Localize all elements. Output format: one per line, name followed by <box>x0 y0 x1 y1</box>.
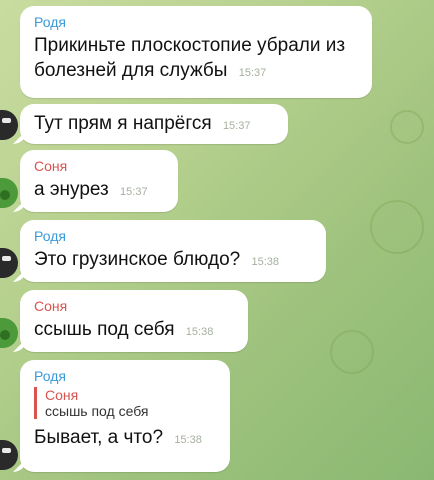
message-text-content: Это грузинское блюдо? <box>34 249 241 270</box>
avatar[interactable] <box>0 318 18 348</box>
message-bubble[interactable]: Родя Это грузинское блюдо? 15:38 <box>20 220 326 282</box>
message-time: 15:38 <box>251 256 280 268</box>
message-time: 15:37 <box>238 67 267 79</box>
message-time: 15:38 <box>174 434 202 446</box>
message-text-content: Бывает, а что? <box>34 427 164 448</box>
sender-name: Соня <box>34 298 68 314</box>
message-bubble[interactable]: Соня а энурез 15:37 <box>20 150 178 212</box>
sender-name: Родя <box>34 14 66 30</box>
message-text: Бывает, а что? 15:38 <box>34 425 218 453</box>
avatar[interactable] <box>0 248 18 278</box>
message-text: Тут прям я напрёгся 15:37 <box>34 111 276 139</box>
avatar[interactable] <box>0 110 18 140</box>
reply-quote[interactable]: Соня ссышь под себя <box>34 387 218 419</box>
sender-name: Соня <box>34 158 68 174</box>
message-bubble[interactable]: Тут прям я напрёгся 15:37 <box>20 104 288 144</box>
message-time: 15:38 <box>185 326 214 338</box>
message-text-content: а энурез <box>34 179 109 200</box>
message-text-content: ссышь под себя <box>34 319 175 340</box>
message-time: 15:37 <box>222 120 251 132</box>
message-bubble[interactable]: Родя Соня ссышь под себя Бывает, а что? … <box>20 360 230 472</box>
background-doodle <box>390 110 424 144</box>
message-text-content: Прикиньте плоскостопие убрали из болезне… <box>34 35 346 81</box>
avatar[interactable] <box>0 440 18 470</box>
background-doodle <box>370 200 424 254</box>
reply-text: ссышь под себя <box>45 403 149 419</box>
message-time: 15:37 <box>120 186 148 198</box>
message-text: Прикиньте плоскостопие убрали из болезне… <box>34 33 360 86</box>
reply-sender: Соня <box>45 387 79 403</box>
message-bubble[interactable]: Соня ссышь под себя 15:38 <box>20 290 248 352</box>
message-text: ссышь под себя 15:38 <box>34 317 236 345</box>
message-text-content: Тут прям я напрёгся <box>34 113 212 134</box>
background-doodle <box>330 330 374 374</box>
avatar[interactable] <box>0 178 18 208</box>
sender-name: Родя <box>34 368 66 384</box>
message-bubble[interactable]: Родя Прикиньте плоскостопие убрали из бо… <box>20 6 372 98</box>
message-text: а энурез 15:37 <box>34 177 166 205</box>
sender-name: Родя <box>34 228 66 244</box>
message-text: Это грузинское блюдо? 15:38 <box>34 247 314 275</box>
